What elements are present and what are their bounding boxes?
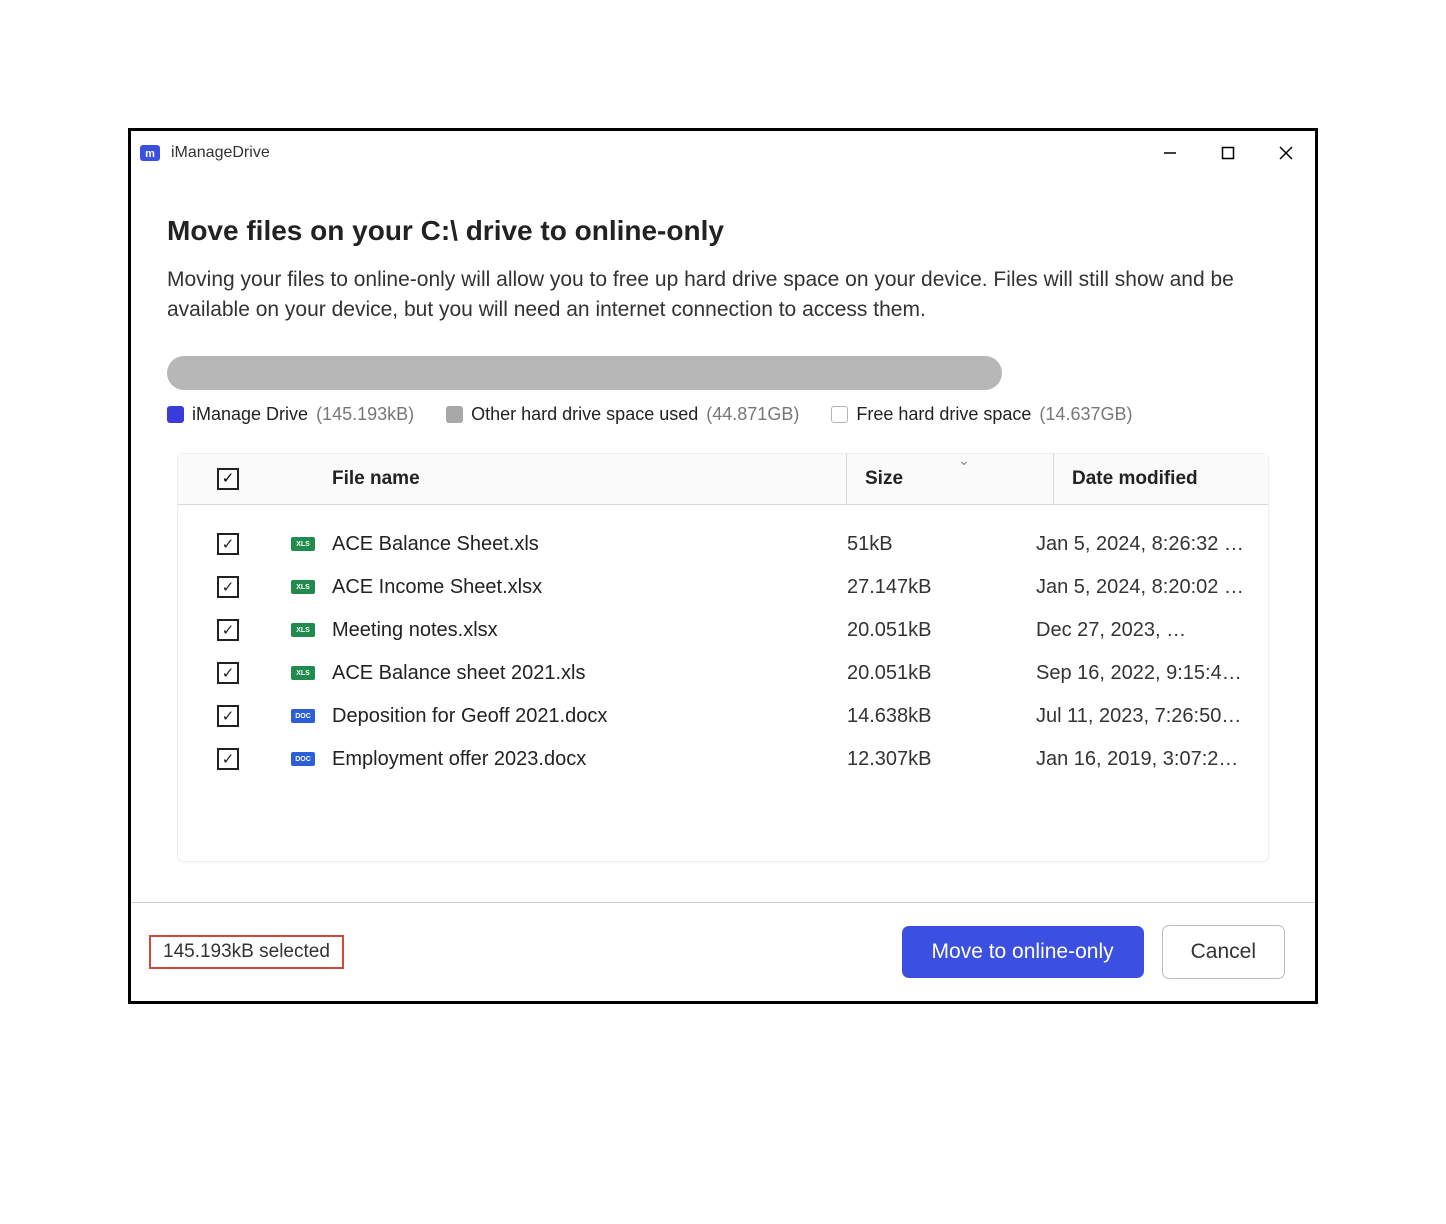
table-row[interactable]: ✓ XLS Meeting notes.xlsx 20.051kB Dec 27, 20…: [178, 609, 1268, 652]
app-window: m iManageDrive Move files on your C:\ dr…: [128, 128, 1318, 1004]
column-divider: [1053, 454, 1054, 504]
select-all-checkbox[interactable]: ✓: [217, 468, 239, 490]
legend-imanage-label: iManage Drive: [192, 404, 308, 425]
selection-summary: 145.193kB selected: [149, 935, 344, 969]
legend-free-label: Free hard drive space: [856, 404, 1031, 425]
file-name: ACE Income Sheet.xlsx: [328, 576, 828, 599]
svg-text:m: m: [145, 148, 155, 160]
table-row[interactable]: ✓ DOC Employment offer 2023.docx 12.307kB Ja…: [178, 738, 1268, 781]
row-checkbox[interactable]: ✓: [217, 748, 239, 770]
dialog-content: Move files on your C:\ drive to online-o…: [131, 175, 1315, 872]
storage-usage-bar: [167, 356, 1002, 390]
legend-free-value: (14.637GB): [1039, 404, 1132, 425]
move-to-online-only-button[interactable]: Move to online-only: [902, 926, 1144, 978]
file-name: ACE Balance Sheet.xls: [328, 533, 828, 556]
file-date: Sep 16, 2022, 9:15:4…: [1036, 662, 1268, 685]
table-row[interactable]: ✓ XLS ACE Balance sheet 2021.xls 20.051kB Se…: [178, 652, 1268, 695]
file-date: Jan 5, 2024, 8:20:02 …: [1036, 576, 1268, 599]
dialog-heading: Move files on your C:\ drive to online-o…: [167, 215, 1279, 247]
legend-other-value: (44.871GB): [706, 404, 799, 425]
table-row[interactable]: ✓ XLS ACE Income Sheet.xlsx 27.147kB Jan 5, …: [178, 566, 1268, 609]
legend-swatch-outline: [831, 406, 848, 423]
row-checkbox[interactable]: ✓: [217, 619, 239, 641]
legend-imanage: iManage Drive (145.193kB): [167, 404, 414, 425]
row-checkbox[interactable]: ✓: [217, 705, 239, 727]
maximize-button[interactable]: [1199, 133, 1257, 173]
legend-swatch-gray: [446, 406, 463, 423]
column-divider: [846, 454, 847, 504]
file-date: Dec 27, 2023, …: [1036, 619, 1268, 642]
legend-other-label: Other hard drive space used: [471, 404, 698, 425]
column-header-name[interactable]: File name: [328, 468, 828, 490]
row-checkbox[interactable]: ✓: [217, 533, 239, 555]
file-size: 20.051kB: [847, 619, 1017, 642]
excel-file-icon: XLS: [291, 537, 315, 551]
file-name: Meeting notes.xlsx: [328, 619, 828, 642]
file-date: Jan 16, 2019, 3:07:2…: [1036, 748, 1268, 771]
file-size: 51kB: [847, 533, 1017, 556]
table-row[interactable]: ✓ XLS ACE Balance Sheet.xls 51kB Jan 5, 2024…: [178, 523, 1268, 566]
row-checkbox[interactable]: ✓: [217, 662, 239, 684]
legend-imanage-value: (145.193kB): [316, 404, 414, 425]
table-body: ✓ XLS ACE Balance Sheet.xls 51kB Jan 5, 2024…: [178, 505, 1268, 861]
file-size: 27.147kB: [847, 576, 1017, 599]
column-header-date[interactable]: Date modified: [1072, 468, 1268, 490]
table-row[interactable]: ✓ DOC Deposition for Geoff 2021.docx 14.638…: [178, 695, 1268, 738]
legend-other: Other hard drive space used (44.871GB): [446, 404, 799, 425]
file-size: 12.307kB: [847, 748, 1017, 771]
table-header-row: ⌄ ✓ File name Size Date modified: [178, 454, 1268, 505]
word-file-icon: DOC: [291, 752, 315, 766]
app-title: iManageDrive: [171, 144, 1141, 162]
legend-swatch-blue: [167, 406, 184, 423]
minimize-button[interactable]: [1141, 133, 1199, 173]
close-button[interactable]: [1257, 133, 1315, 173]
window-controls: [1141, 133, 1315, 173]
row-checkbox[interactable]: ✓: [217, 576, 239, 598]
titlebar: m iManageDrive: [131, 131, 1315, 175]
legend-free: Free hard drive space (14.637GB): [831, 404, 1132, 425]
file-table: ⌄ ✓ File name Size Date modified ✓ XLS ACE…: [177, 453, 1269, 862]
excel-file-icon: XLS: [291, 666, 315, 680]
app-icon: m: [139, 142, 161, 164]
sort-indicator-icon[interactable]: ⌄: [958, 452, 970, 469]
file-name: ACE Balance sheet 2021.xls: [328, 662, 828, 685]
excel-file-icon: XLS: [291, 623, 315, 637]
file-size: 14.638kB: [847, 705, 1017, 728]
file-name: Employment offer 2023.docx: [328, 748, 828, 771]
column-header-size[interactable]: Size: [865, 468, 1035, 490]
dialog-footer: 145.193kB selected Move to online-only C…: [131, 903, 1315, 1001]
storage-legend: iManage Drive (145.193kB) Other hard dri…: [167, 404, 1279, 425]
file-size: 20.051kB: [847, 662, 1017, 685]
file-date: Jul 11, 2023, 7:26:50…: [1036, 705, 1268, 728]
word-file-icon: DOC: [291, 709, 315, 723]
dialog-description: Moving your files to online-only will al…: [167, 265, 1279, 326]
excel-file-icon: XLS: [291, 580, 315, 594]
file-name: Deposition for Geoff 2021.docx: [328, 705, 828, 728]
cancel-button[interactable]: Cancel: [1162, 925, 1285, 979]
file-date: Jan 5, 2024, 8:26:32 …: [1036, 533, 1268, 556]
